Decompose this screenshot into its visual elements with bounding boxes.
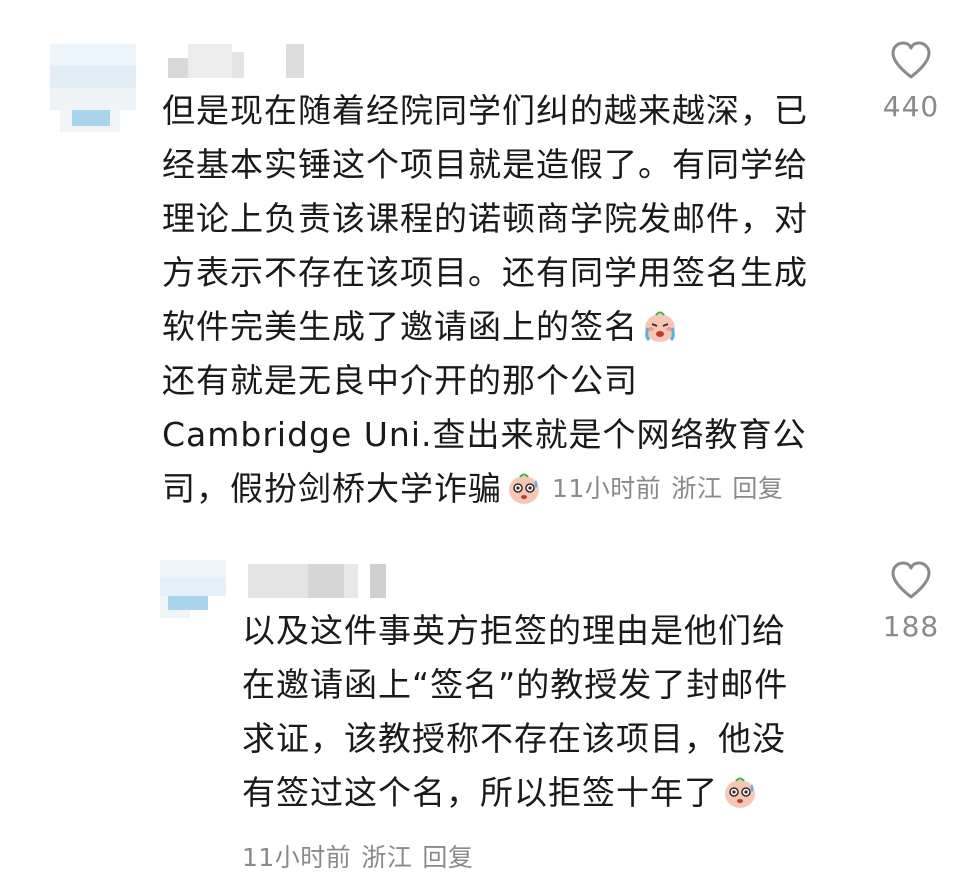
timestamp: 11小时前	[242, 843, 352, 872]
reply-item: 以及这件事英方拒签的理由是他们给 在邀请函上“签名”的教授发了封邮件 求证，该教…	[0, 0, 960, 895]
reply-button[interactable]: 回复	[422, 843, 473, 872]
comment-line-text: 有签过这个名，所以拒签十年了	[242, 773, 718, 812]
avatar[interactable]	[160, 560, 226, 618]
heart-outline-icon[interactable]	[889, 560, 933, 600]
like-button[interactable]: 188	[866, 560, 956, 643]
sweating-face-emoji	[725, 777, 755, 808]
location: 浙江	[361, 843, 413, 872]
comment-text: 以及这件事英方拒签的理由是他们给 在邀请函上“签名”的教授发了封邮件 求证，该教…	[242, 604, 788, 820]
comment-line: 以及这件事英方拒签的理由是他们给	[242, 611, 786, 650]
comment-line: 在邀请函上“签名”的教授发了封邮件	[242, 665, 789, 704]
comment-line: 求证，该教授称不存在该项目，他没	[242, 719, 786, 758]
like-count: 188	[882, 610, 940, 643]
comment-line: 有签过这个名，所以拒签十年了	[242, 766, 788, 820]
username[interactable]	[248, 564, 386, 598]
comment-meta: 11小时前 浙江 回复	[242, 838, 483, 874]
